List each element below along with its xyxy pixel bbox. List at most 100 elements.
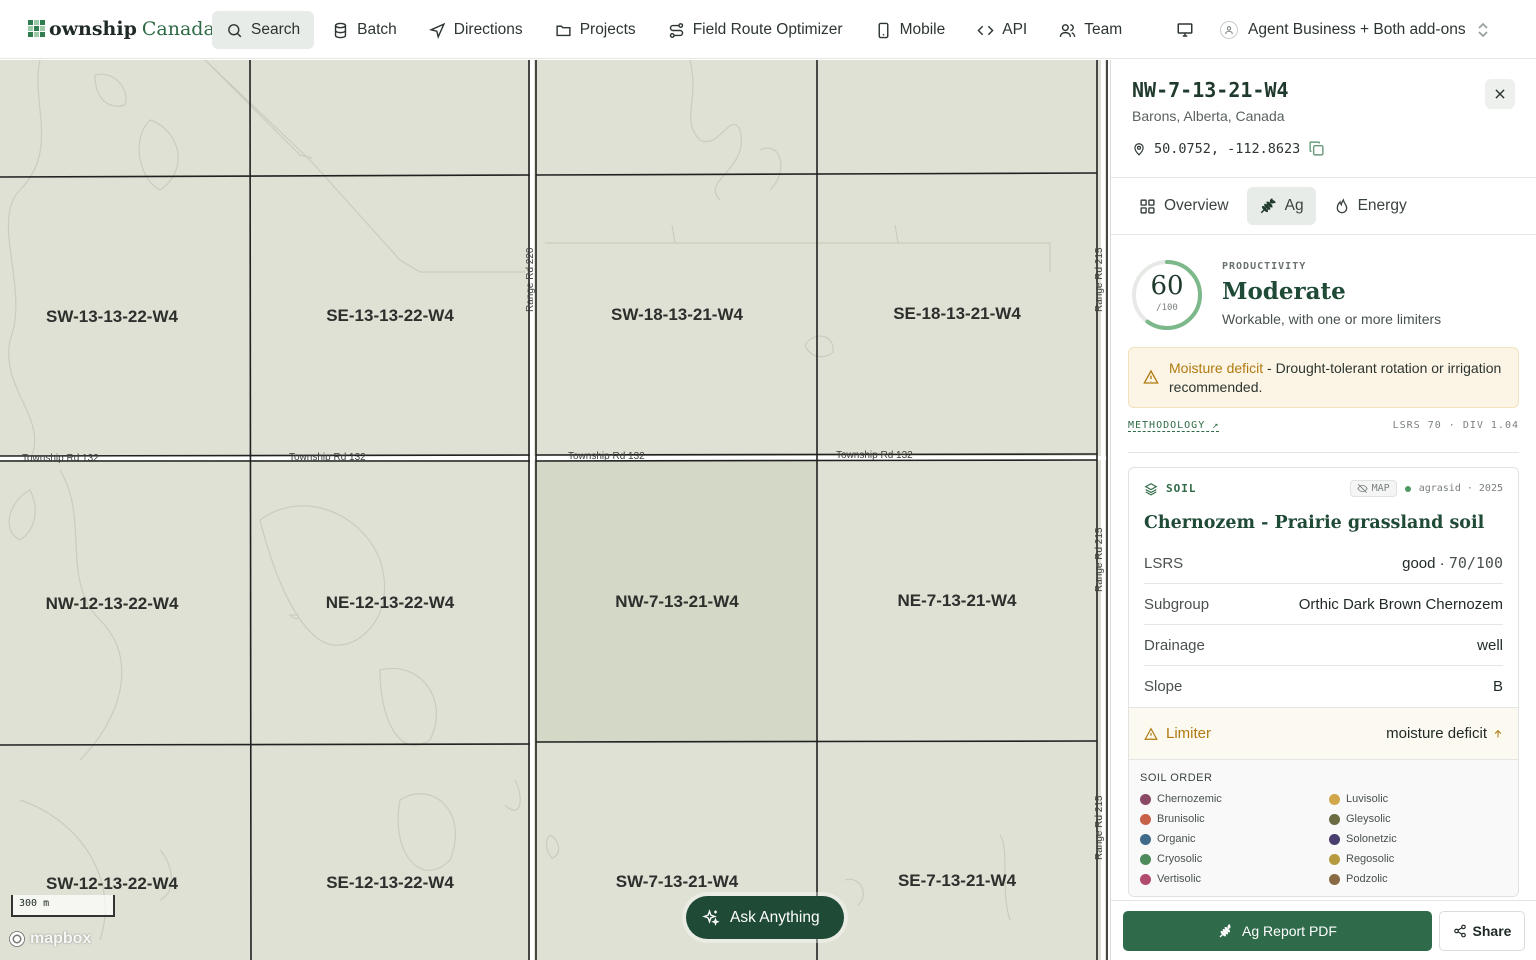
tab-overview[interactable]: Overview xyxy=(1127,187,1241,225)
parcel-label[interactable]: SW-12-13-22-W4 xyxy=(46,874,178,894)
alert-text: Moisture deficit - Drought-tolerant rota… xyxy=(1169,359,1506,407)
wheat-icon xyxy=(1219,924,1231,938)
top-bar: ownship Canada Search Batch Directions P… xyxy=(0,0,1536,59)
nav-field-route-optimizer[interactable]: Field Route Optimizer xyxy=(654,11,857,49)
panel-footer: Ag Report PDF Share xyxy=(1111,900,1536,960)
road-label: Township Rd 132 xyxy=(836,450,913,461)
parcel-label[interactable]: SE-18-13-21-W4 xyxy=(893,304,1021,324)
methodology-link[interactable]: METHODOLOGY ↗ xyxy=(1128,420,1220,432)
panel-tabs: Overview Ag Energy xyxy=(1111,178,1536,235)
nav-label: Team xyxy=(1084,21,1123,38)
limiter-key: Limiter xyxy=(1144,725,1211,742)
share-button[interactable]: Share xyxy=(1439,911,1525,951)
nav-mobile[interactable]: Mobile xyxy=(861,11,960,49)
nav-projects[interactable]: Projects xyxy=(541,11,650,49)
account-switcher[interactable]: Agent Business + Both add-ons xyxy=(1220,21,1490,39)
row-value: good · 70/100 xyxy=(1402,554,1503,572)
soil-meta: MAP agrasid · 2025 xyxy=(1349,480,1503,497)
soil-attributes: LSRS good · 70/100 Subgroup Orthic Dark … xyxy=(1129,533,1518,707)
tab-label: Ag xyxy=(1284,197,1304,214)
parcel-label[interactable]: SE-12-13-22-W4 xyxy=(326,873,454,893)
soil-order-title: SOIL ORDER xyxy=(1140,772,1213,784)
soil-row-lsrs: LSRS good · 70/100 xyxy=(1144,543,1503,584)
row-key: Drainage xyxy=(1144,636,1205,654)
parcel-label[interactable]: SW-18-13-21-W4 xyxy=(611,305,743,325)
soil-row-drainage: Drainage well xyxy=(1144,625,1503,666)
soil-row-subgroup: Subgroup Orthic Dark Brown Chernozem xyxy=(1144,584,1503,625)
warning-icon xyxy=(1144,727,1158,740)
productivity-score: 60 xyxy=(1150,271,1184,301)
row-key: LSRS xyxy=(1144,554,1184,572)
parcel-label[interactable]: SW-13-13-22-W4 xyxy=(46,307,178,327)
soil-order-swatch xyxy=(1140,833,1151,845)
soil-order-swatch xyxy=(1329,853,1340,865)
map-toggle-badge[interactable]: MAP xyxy=(1349,480,1397,497)
parcel-label[interactable]: NW-12-13-22-W4 xyxy=(46,594,179,614)
ag-report-pdf-button[interactable]: Ag Report PDF xyxy=(1123,911,1432,951)
soil-card: SOIL MAP agrasid · 2025 Chernozem - Prai… xyxy=(1128,467,1519,897)
parcel-panel: NW-7-13-21-W4 Barons, Alberta, Canada 50… xyxy=(1110,60,1536,960)
limiter-label: Limiter xyxy=(1166,725,1212,742)
route-icon xyxy=(669,22,683,38)
nav-api[interactable]: API xyxy=(963,11,1041,49)
tab-label: Overview xyxy=(1164,197,1229,214)
display-button[interactable] xyxy=(1170,11,1200,49)
soil-order-swatch xyxy=(1140,873,1151,885)
logo[interactable]: ownship Canada xyxy=(28,18,215,40)
nav-label: Batch xyxy=(357,21,397,38)
warning-icon xyxy=(1143,369,1159,384)
map-scale: 300 m xyxy=(11,895,115,917)
divider xyxy=(1128,452,1519,453)
tab-label: Energy xyxy=(1357,197,1407,214)
soil-label: SOIL xyxy=(1144,482,1197,496)
alert-title: Moisture deficit xyxy=(1169,360,1264,376)
productivity-rating: Moderate xyxy=(1222,278,1346,305)
soil-card-header: SOIL MAP agrasid · 2025 xyxy=(1129,468,1518,497)
row-value: well xyxy=(1477,636,1503,654)
tab-ag[interactable]: Ag xyxy=(1246,187,1316,225)
map-canvas[interactable]: SW-13-13-22-W4 SE-13-13-22-W4 SW-18-13-2… xyxy=(0,60,1108,960)
mapbox-attribution[interactable]: mapbox xyxy=(8,930,91,948)
parcel-label[interactable]: SE-7-13-21-W4 xyxy=(898,871,1016,891)
road-label: Range Rd 220 xyxy=(525,247,536,313)
main-nav: Search Batch Directions Projects Field R… xyxy=(212,11,1136,49)
productivity-text: PRODUCTIVITY Moderate Workable, with one… xyxy=(1222,261,1441,347)
arrow-up-icon xyxy=(1494,729,1502,737)
soil-order-item: Cryosolic xyxy=(1140,852,1329,866)
parcel-label[interactable]: NW-7-13-21-W4 xyxy=(615,592,738,612)
soil-order-list: Chernozemic Luvisolic Brunisolic Gleysolic O… xyxy=(1140,792,1507,886)
soil-order-swatch xyxy=(1140,793,1151,805)
soil-order-swatch xyxy=(1329,813,1340,825)
user-icon xyxy=(1220,21,1238,39)
tab-energy[interactable]: Energy xyxy=(1322,187,1419,225)
nav-search[interactable]: Search xyxy=(212,11,315,49)
soil-row-slope: Slope B xyxy=(1144,666,1503,707)
soil-order-swatch xyxy=(1329,873,1340,885)
eye-off-icon xyxy=(1357,484,1368,493)
parcel-label[interactable]: NE-7-13-21-W4 xyxy=(897,591,1016,611)
soil-order-item: Solonetzic xyxy=(1329,832,1509,846)
ask-anything-button[interactable]: Ask Anything xyxy=(686,896,844,939)
close-button[interactable] xyxy=(1485,79,1515,109)
nav-batch[interactable]: Batch xyxy=(318,11,411,49)
map-pin-icon xyxy=(1134,142,1144,156)
lsrs-rating: good · xyxy=(1402,555,1449,572)
share-button-label: Share xyxy=(1472,923,1512,939)
soil-order-legend: SOIL ORDER Chernozemic Luvisolic Brunisoli… xyxy=(1129,760,1518,896)
grid-icon xyxy=(1140,198,1155,214)
nav-label: Directions xyxy=(453,21,523,38)
nav-directions[interactable]: Directions xyxy=(415,11,537,49)
methodology-row: METHODOLOGY ↗ LSRS 70 · DIV 1.04 xyxy=(1128,420,1519,432)
database-icon xyxy=(334,22,347,38)
parcel-label[interactable]: NE-12-13-22-W4 xyxy=(326,593,455,613)
parcel-label[interactable]: SW-7-13-21-W4 xyxy=(616,872,738,892)
mapbox-logo-icon xyxy=(9,931,25,947)
row-value: Orthic Dark Brown Chernozem xyxy=(1298,595,1503,613)
nav-team[interactable]: Team xyxy=(1045,11,1136,49)
parcel-label[interactable]: SE-13-13-22-W4 xyxy=(326,306,454,326)
copy-icon[interactable] xyxy=(1308,140,1325,157)
limiter-row: Limiter moisture deficit xyxy=(1129,707,1518,760)
logo-main: ownship xyxy=(49,18,137,40)
phone-icon xyxy=(878,22,889,38)
soil-order-item: Vertisolic xyxy=(1140,872,1329,886)
